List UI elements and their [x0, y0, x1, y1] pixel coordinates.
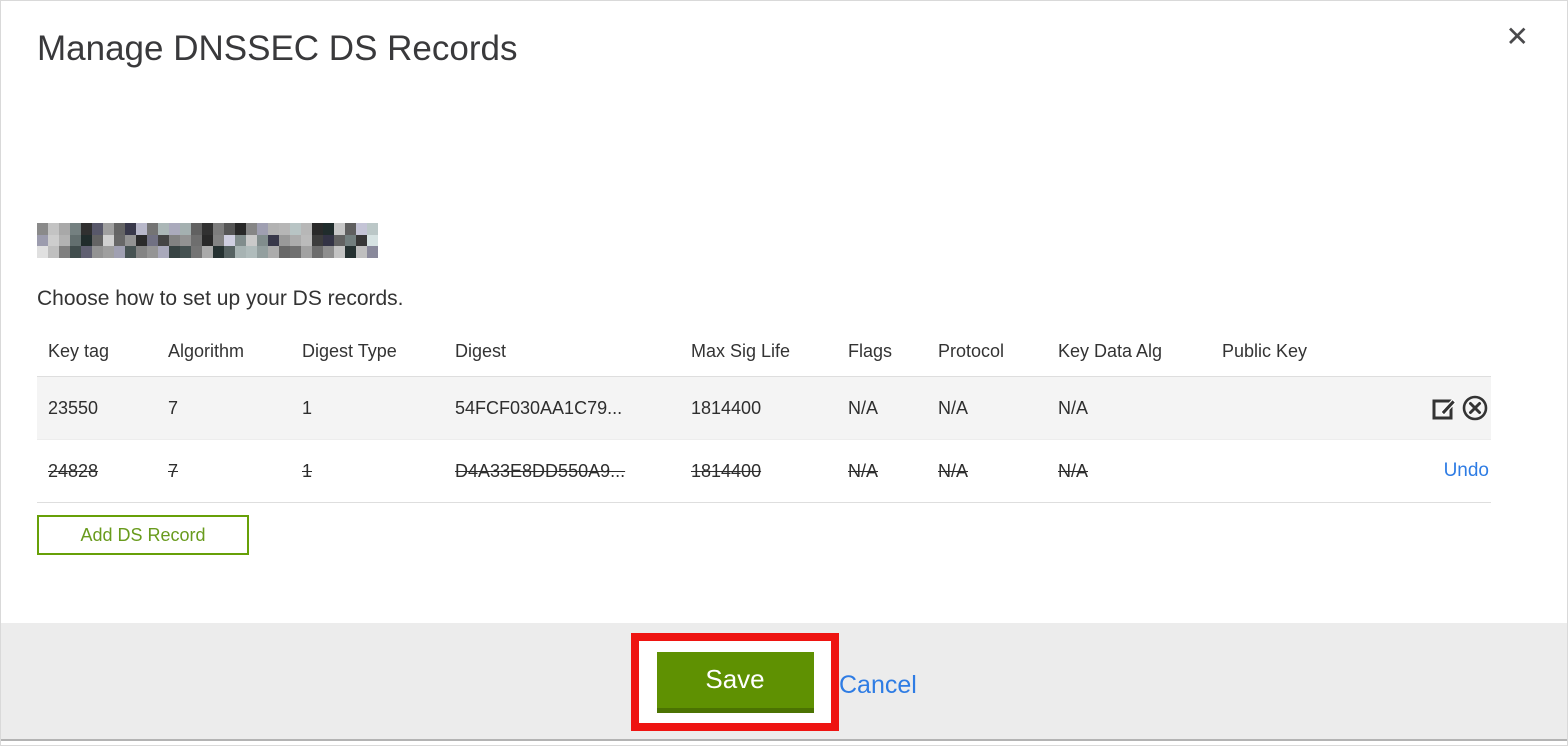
- row-actions: [1361, 377, 1491, 440]
- save-button[interactable]: Save: [656, 651, 814, 713]
- cell-key-tag: 23550: [48, 397, 99, 418]
- cell-key-tag: 24828: [48, 460, 99, 481]
- cell-max-sig-life: 1814400: [691, 460, 762, 481]
- page-title: Manage DNSSEC DS Records: [37, 29, 518, 68]
- undo-link[interactable]: Undo: [1444, 460, 1489, 481]
- col-header-key-tag: Key tag: [48, 341, 110, 361]
- add-ds-record-button[interactable]: Add DS Record: [37, 515, 249, 555]
- row-actions: Undo: [1361, 440, 1491, 503]
- col-header-protocol: Protocol: [938, 341, 1005, 361]
- cancel-link[interactable]: Cancel: [839, 671, 917, 700]
- cell-max-sig-life: 1814400: [691, 397, 762, 418]
- table-row-deleted: 24828 7 1 D4A33E8DD550A9... 1814400 N/A …: [37, 439, 1491, 503]
- cell-digest-type: 1: [302, 397, 313, 418]
- col-header-key-data-alg: Key Data Alg: [1058, 341, 1163, 361]
- cell-public-key: [1211, 440, 1361, 503]
- subtitle-text: Choose how to set up your DS records.: [37, 287, 404, 310]
- cell-key-data-alg: N/A: [1058, 460, 1089, 481]
- col-header-actions: [1361, 329, 1491, 377]
- cell-public-key: [1211, 377, 1361, 440]
- cell-digest: 54FCF030AA1C79...: [455, 397, 623, 418]
- manage-dnssec-ds-records-dialog: Manage DNSSEC DS Records ✕ Choose how to…: [0, 0, 1568, 746]
- col-header-public-key: Public Key: [1222, 341, 1308, 361]
- cell-digest: D4A33E8DD550A9...: [455, 460, 626, 481]
- cell-flags: N/A: [848, 460, 879, 481]
- col-header-digest-type: Digest Type: [302, 341, 397, 361]
- edit-icon[interactable]: [1431, 394, 1459, 422]
- ds-records-table: Key tag Algorithm Digest Type Digest Max…: [37, 329, 1491, 503]
- delete-icon[interactable]: [1461, 394, 1489, 422]
- col-header-flags: Flags: [848, 341, 893, 361]
- table-header-row: Key tag Algorithm Digest Type Digest Max…: [37, 329, 1491, 377]
- dialog-footer: Save Cancel: [1, 623, 1567, 741]
- table-row: 23550 7 1 54FCF030AA1C79... 1814400 N/A …: [37, 376, 1491, 440]
- cell-digest-type: 1: [302, 460, 313, 481]
- cell-protocol: N/A: [938, 397, 969, 418]
- redacted-domain-name: [37, 223, 387, 258]
- annotation-highlight-box: Save: [631, 633, 839, 731]
- col-header-algorithm: Algorithm: [168, 341, 245, 361]
- col-header-max-sig-life: Max Sig Life: [691, 341, 791, 361]
- close-icon[interactable]: ✕: [1502, 19, 1533, 55]
- cell-protocol: N/A: [938, 460, 969, 481]
- cell-algorithm: 7: [168, 397, 179, 418]
- col-header-digest: Digest: [455, 341, 507, 361]
- cell-flags: N/A: [848, 397, 879, 418]
- cell-algorithm: 7: [168, 460, 179, 481]
- cell-key-data-alg: N/A: [1058, 397, 1089, 418]
